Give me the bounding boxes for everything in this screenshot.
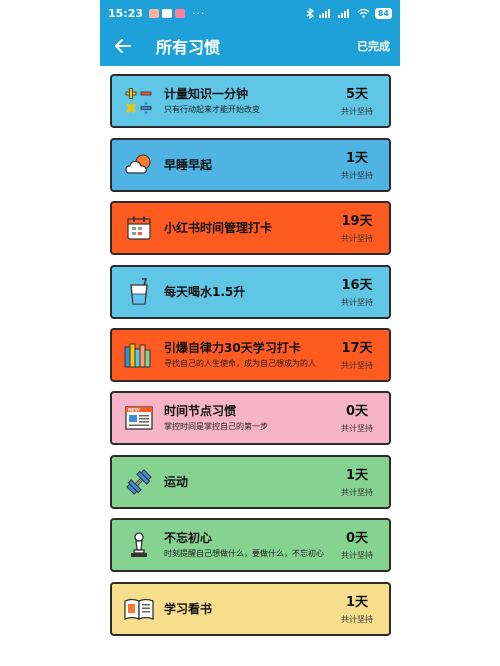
habit-name: 每天喝水1.5升 [164,284,246,299]
habit-streak-label: 共计坚持 [341,487,373,497]
page-title: 所有习惯 [156,38,221,57]
habit-days: 16天 [341,277,373,293]
chess-pawn-icon [122,528,156,562]
habit-subtitle: 只有行动起来才能开始改变 [164,105,260,114]
habit-streak-label: 共计坚持 [341,106,373,116]
habit-card[interactable]: 引爆自律力30天学习打卡 寻找自己的人生使命，成为自己想成为的人 17天 共计坚… [110,328,391,382]
status-time: 15:23 [108,6,144,20]
wifi-icon [357,8,370,18]
habit-name: 小红书时间管理打卡 [164,220,273,235]
habit-card[interactable]: 运动 1天 共计坚持 [110,455,391,509]
habit-stat: 17天 共计坚持 [329,340,385,371]
habit-streak-label: 共计坚持 [341,170,373,180]
habit-days: 1天 [345,594,369,610]
habit-card[interactable]: 小红书时间管理打卡 19天 共计坚持 [110,201,391,255]
habit-card[interactable]: NEW 时间节点习惯 掌控时间是掌控自己的第一步 0天 共计坚持 [110,391,391,445]
habit-text: 早睡早起 [164,158,329,173]
bluetooth-icon [306,7,314,19]
habit-streak-label: 共计坚持 [341,297,373,307]
habit-streak-label: 共计坚持 [341,550,373,560]
habit-card[interactable]: 早睡早起 1天 共计坚持 [110,138,391,192]
habit-text: 运动 [164,475,329,490]
habit-days: 19天 [341,213,373,229]
habit-text: 每天喝水1.5升 [164,285,329,300]
habit-streak-label: 共计坚持 [341,614,373,624]
habit-text: 引爆自律力30天学习打卡 寻找自己的人生使命，成为自己想成为的人 [164,341,329,369]
habit-days: 17天 [341,340,373,356]
habit-card[interactable]: 每天喝水1.5升 16天 共计坚持 [110,265,391,319]
newspaper-icon: NEW [122,401,156,435]
habit-stat: 1天 共计坚持 [329,594,385,625]
math-symbols-icon [122,84,156,118]
habit-stat: 19天 共计坚持 [329,213,385,244]
habit-text: 不忘初心 时刻提醒自己想做什么，要做什么，不忘初心 [164,531,329,559]
open-book-icon [122,592,156,626]
habit-days: 1天 [345,150,369,166]
habit-card[interactable]: 计量知识一分钟 只有行动起来才能开始改变 5天 共计坚持 [110,74,391,128]
habit-card[interactable]: 不忘初心 时刻提醒自己想做什么，要做什么，不忘初心 0天 共计坚持 [110,518,391,572]
water-glass-icon [122,275,156,309]
calendar-icon [122,211,156,245]
app-bar: 所有习惯 已完成 [100,26,400,66]
dumbbell-icon [122,465,156,499]
habit-name: 学习看书 [164,601,213,616]
habit-text: 学习看书 [164,602,329,617]
books-icon [122,338,156,372]
arrow-left-icon [115,39,131,53]
habit-card[interactable]: 学习看书 1天 共计坚持 [110,582,391,636]
habit-stat: 16天 共计坚持 [329,277,385,308]
habit-stat: 1天 共计坚持 [329,467,385,498]
notification-icon [175,8,186,18]
habit-stat: 0天 共计坚持 [329,530,385,561]
signal-icon [337,9,349,18]
habit-streak-label: 共计坚持 [341,423,373,433]
habit-streak-label: 共计坚持 [341,233,373,243]
habit-name: 引爆自律力30天学习打卡 [164,341,301,355]
habit-days: 0天 [345,403,369,419]
status-bar: 15:23 ··· 84 [100,0,400,26]
habit-name: 不忘初心 [164,531,213,545]
habit-days: 5天 [345,86,369,102]
more-notifications-icon: ··· [192,6,206,20]
habit-stat: 1天 共计坚持 [329,150,385,181]
notification-icon [149,8,160,18]
battery-icon: 84 [374,7,392,19]
sun-cloud-icon [122,148,156,182]
signal-icon [318,9,330,18]
back-button[interactable] [110,33,136,59]
completed-button[interactable]: 已完成 [357,38,390,54]
habit-stat: 5天 共计坚持 [329,86,385,117]
habit-days: 1天 [345,467,369,483]
notification-icon [162,8,173,18]
habit-name: 早睡早起 [164,157,213,172]
habit-text: 小红书时间管理打卡 [164,221,329,236]
habit-name: 计量知识一分钟 [164,87,249,101]
habit-stat: 0天 共计坚持 [329,403,385,434]
habit-name: 时间节点习惯 [164,404,237,418]
habit-name: 运动 [164,474,189,489]
phone-screen: 15:23 ··· 84 所有习惯 已完成 计量知识一分钟 只有行动起来才能开始… [100,0,400,666]
habit-subtitle: 寻找自己的人生使命，成为自己想成为的人 [164,359,316,368]
habit-text: 计量知识一分钟 只有行动起来才能开始改变 [164,87,329,115]
habit-days: 0天 [345,530,369,546]
svg-text:NEW: NEW [128,408,140,414]
habit-streak-label: 共计坚持 [341,360,373,370]
habit-text: 时间节点习惯 掌控时间是掌控自己的第一步 [164,404,329,432]
habit-subtitle: 掌控时间是掌控自己的第一步 [164,422,268,431]
habit-subtitle: 时刻提醒自己想做什么，要做什么，不忘初心 [164,549,324,558]
